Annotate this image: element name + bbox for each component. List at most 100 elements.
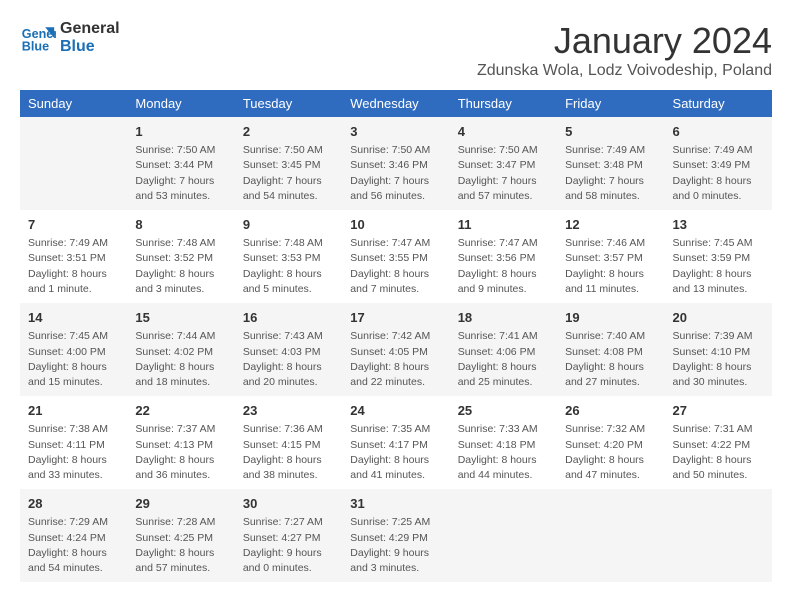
- day-number: 5: [565, 123, 656, 141]
- day-number: 6: [673, 123, 764, 141]
- day-info: Sunrise: 7:45 AMSunset: 3:59 PMDaylight:…: [673, 236, 764, 297]
- day-info: Sunrise: 7:40 AMSunset: 4:08 PMDaylight:…: [565, 329, 656, 390]
- day-info: Sunrise: 7:37 AMSunset: 4:13 PMDaylight:…: [135, 422, 226, 483]
- logo-icon: General Blue: [20, 20, 56, 56]
- day-number: 29: [135, 495, 226, 513]
- day-number: 1: [135, 123, 226, 141]
- day-info: Sunrise: 7:43 AMSunset: 4:03 PMDaylight:…: [243, 329, 334, 390]
- day-number: 13: [673, 216, 764, 234]
- day-info: Sunrise: 7:39 AMSunset: 4:10 PMDaylight:…: [673, 329, 764, 390]
- day-info: Sunrise: 7:46 AMSunset: 3:57 PMDaylight:…: [565, 236, 656, 297]
- calendar-cell: [450, 489, 557, 582]
- page-title: January 2024: [477, 20, 772, 62]
- day-info: Sunrise: 7:49 AMSunset: 3:48 PMDaylight:…: [565, 143, 656, 204]
- calendar-cell: 24Sunrise: 7:35 AMSunset: 4:17 PMDayligh…: [342, 396, 449, 489]
- calendar-cell: 23 Sunrise: 7:36 AMSunset: 4:15 PMDayligh…: [235, 396, 342, 489]
- calendar-cell: 4 Sunrise: 7:50 AMSunset: 3:47 PMDaylight…: [450, 117, 557, 210]
- day-number: 19: [565, 309, 656, 327]
- calendar-cell: 30 Sunrise: 7:27 AMSunset: 4:27 PMDayligh…: [235, 489, 342, 582]
- day-info: Sunrise: 7:36 AMSunset: 4:15 PMDaylight:…: [243, 422, 334, 483]
- calendar-cell: 3Sunrise: 7:50 AMSunset: 3:46 PMDaylight…: [342, 117, 449, 210]
- day-number: 25: [458, 402, 549, 420]
- weekday-header-friday: Friday: [557, 90, 664, 117]
- day-info: Sunrise: 7:42 AMSunset: 4:05 PMDaylight:…: [350, 329, 441, 390]
- calendar-cell: 13 Sunrise: 7:45 AMSunset: 3:59 PMDayligh…: [665, 210, 772, 303]
- day-number: 17: [350, 309, 441, 327]
- day-info: Sunrise: 7:29 AMSunset: 4:24 PMDaylight:…: [28, 515, 119, 576]
- day-number: 21: [28, 402, 119, 420]
- calendar-cell: 27Sunrise: 7:31 AMSunset: 4:22 PMDayligh…: [665, 396, 772, 489]
- day-number: 20: [673, 309, 764, 327]
- weekday-header-monday: Monday: [127, 90, 234, 117]
- day-number: 16: [243, 309, 334, 327]
- calendar-week-row: 28 Sunrise: 7:29 AMSunset: 4:24 PMDayligh…: [20, 489, 772, 582]
- calendar-cell: 9 Sunrise: 7:48 AMSunset: 3:53 PMDaylight…: [235, 210, 342, 303]
- day-number: 23: [243, 402, 334, 420]
- title-section: January 2024 Zdunska Wola, Lodz Voivodes…: [477, 20, 772, 80]
- calendar-cell: 8Sunrise: 7:48 AMSunset: 3:52 PMDaylight…: [127, 210, 234, 303]
- header: General Blue General Blue January 2024 Z…: [20, 20, 772, 80]
- calendar-week-row: 14Sunrise: 7:45 AMSunset: 4:00 PMDayligh…: [20, 303, 772, 396]
- day-info: Sunrise: 7:48 AMSunset: 3:53 PMDaylight:…: [243, 236, 334, 297]
- calendar-cell: 6Sunrise: 7:49 AMSunset: 3:49 PMDaylight…: [665, 117, 772, 210]
- calendar-cell: 10Sunrise: 7:47 AMSunset: 3:55 PMDayligh…: [342, 210, 449, 303]
- calendar-cell: 17 Sunrise: 7:42 AMSunset: 4:05 PMDayligh…: [342, 303, 449, 396]
- day-info: Sunrise: 7:47 AMSunset: 3:55 PMDaylight:…: [350, 236, 441, 297]
- day-info: Sunrise: 7:33 AMSunset: 4:18 PMDaylight:…: [458, 422, 549, 483]
- calendar-cell: 21Sunrise: 7:38 AMSunset: 4:11 PMDayligh…: [20, 396, 127, 489]
- logo: General Blue General Blue: [20, 20, 120, 56]
- day-info: Sunrise: 7:47 AMSunset: 3:56 PMDaylight:…: [458, 236, 549, 297]
- day-info: Sunrise: 7:48 AMSunset: 3:52 PMDaylight:…: [135, 236, 226, 297]
- calendar-cell: 18 Sunrise: 7:41 AMSunset: 4:06 PMDayligh…: [450, 303, 557, 396]
- calendar-cell: 11 Sunrise: 7:47 AMSunset: 3:56 PMDayligh…: [450, 210, 557, 303]
- day-number: 9: [243, 216, 334, 234]
- day-number: 12: [565, 216, 656, 234]
- calendar-cell: 26Sunrise: 7:32 AMSunset: 4:20 PMDayligh…: [557, 396, 664, 489]
- day-info: Sunrise: 7:27 AMSunset: 4:27 PMDaylight:…: [243, 515, 334, 576]
- day-number: 15: [135, 309, 226, 327]
- day-info: Sunrise: 7:50 AMSunset: 3:44 PMDaylight:…: [135, 143, 226, 204]
- calendar-header-row: SundayMondayTuesdayWednesdayThursdayFrid…: [20, 90, 772, 117]
- calendar-cell: 20 Sunrise: 7:39 AMSunset: 4:10 PMDayligh…: [665, 303, 772, 396]
- day-number: 31: [350, 495, 441, 513]
- calendar-cell: 19 Sunrise: 7:40 AMSunset: 4:08 PMDayligh…: [557, 303, 664, 396]
- day-info: Sunrise: 7:25 AMSunset: 4:29 PMDaylight:…: [350, 515, 441, 576]
- svg-text:Blue: Blue: [22, 40, 49, 54]
- day-number: 22: [135, 402, 226, 420]
- calendar-cell: 12 Sunrise: 7:46 AMSunset: 3:57 PMDayligh…: [557, 210, 664, 303]
- page-subtitle: Zdunska Wola, Lodz Voivodeship, Poland: [477, 62, 772, 80]
- day-info: Sunrise: 7:50 AMSunset: 3:46 PMDaylight:…: [350, 143, 441, 204]
- day-number: 7: [28, 216, 119, 234]
- weekday-header-sunday: Sunday: [20, 90, 127, 117]
- calendar-cell: [20, 117, 127, 210]
- calendar-week-row: 21Sunrise: 7:38 AMSunset: 4:11 PMDayligh…: [20, 396, 772, 489]
- calendar-week-row: 1 Sunrise: 7:50 AMSunset: 3:44 PMDaylight…: [20, 117, 772, 210]
- day-info: Sunrise: 7:50 AMSunset: 3:47 PMDaylight:…: [458, 143, 549, 204]
- day-info: Sunrise: 7:41 AMSunset: 4:06 PMDaylight:…: [458, 329, 549, 390]
- calendar-cell: 31 Sunrise: 7:25 AMSunset: 4:29 PMDayligh…: [342, 489, 449, 582]
- day-info: Sunrise: 7:31 AMSunset: 4:22 PMDaylight:…: [673, 422, 764, 483]
- calendar-cell: 14Sunrise: 7:45 AMSunset: 4:00 PMDayligh…: [20, 303, 127, 396]
- calendar-cell: 28 Sunrise: 7:29 AMSunset: 4:24 PMDayligh…: [20, 489, 127, 582]
- day-number: 18: [458, 309, 549, 327]
- weekday-header-saturday: Saturday: [665, 90, 772, 117]
- day-number: 11: [458, 216, 549, 234]
- calendar-cell: [665, 489, 772, 582]
- day-info: Sunrise: 7:49 AMSunset: 3:51 PMDaylight:…: [28, 236, 119, 297]
- weekday-header-tuesday: Tuesday: [235, 90, 342, 117]
- calendar-cell: 5 Sunrise: 7:49 AMSunset: 3:48 PMDaylight…: [557, 117, 664, 210]
- day-number: 28: [28, 495, 119, 513]
- day-info: Sunrise: 7:50 AMSunset: 3:45 PMDaylight:…: [243, 143, 334, 204]
- day-number: 14: [28, 309, 119, 327]
- calendar-cell: 15Sunrise: 7:44 AMSunset: 4:02 PMDayligh…: [127, 303, 234, 396]
- calendar-cell: 1 Sunrise: 7:50 AMSunset: 3:44 PMDaylight…: [127, 117, 234, 210]
- calendar-cell: [557, 489, 664, 582]
- day-info: Sunrise: 7:35 AMSunset: 4:17 PMDaylight:…: [350, 422, 441, 483]
- day-number: 30: [243, 495, 334, 513]
- weekday-header-thursday: Thursday: [450, 90, 557, 117]
- calendar-cell: 29Sunrise: 7:28 AMSunset: 4:25 PMDayligh…: [127, 489, 234, 582]
- weekday-header-wednesday: Wednesday: [342, 90, 449, 117]
- calendar-cell: 16 Sunrise: 7:43 AMSunset: 4:03 PMDayligh…: [235, 303, 342, 396]
- calendar-week-row: 7 Sunrise: 7:49 AMSunset: 3:51 PMDaylight…: [20, 210, 772, 303]
- day-number: 4: [458, 123, 549, 141]
